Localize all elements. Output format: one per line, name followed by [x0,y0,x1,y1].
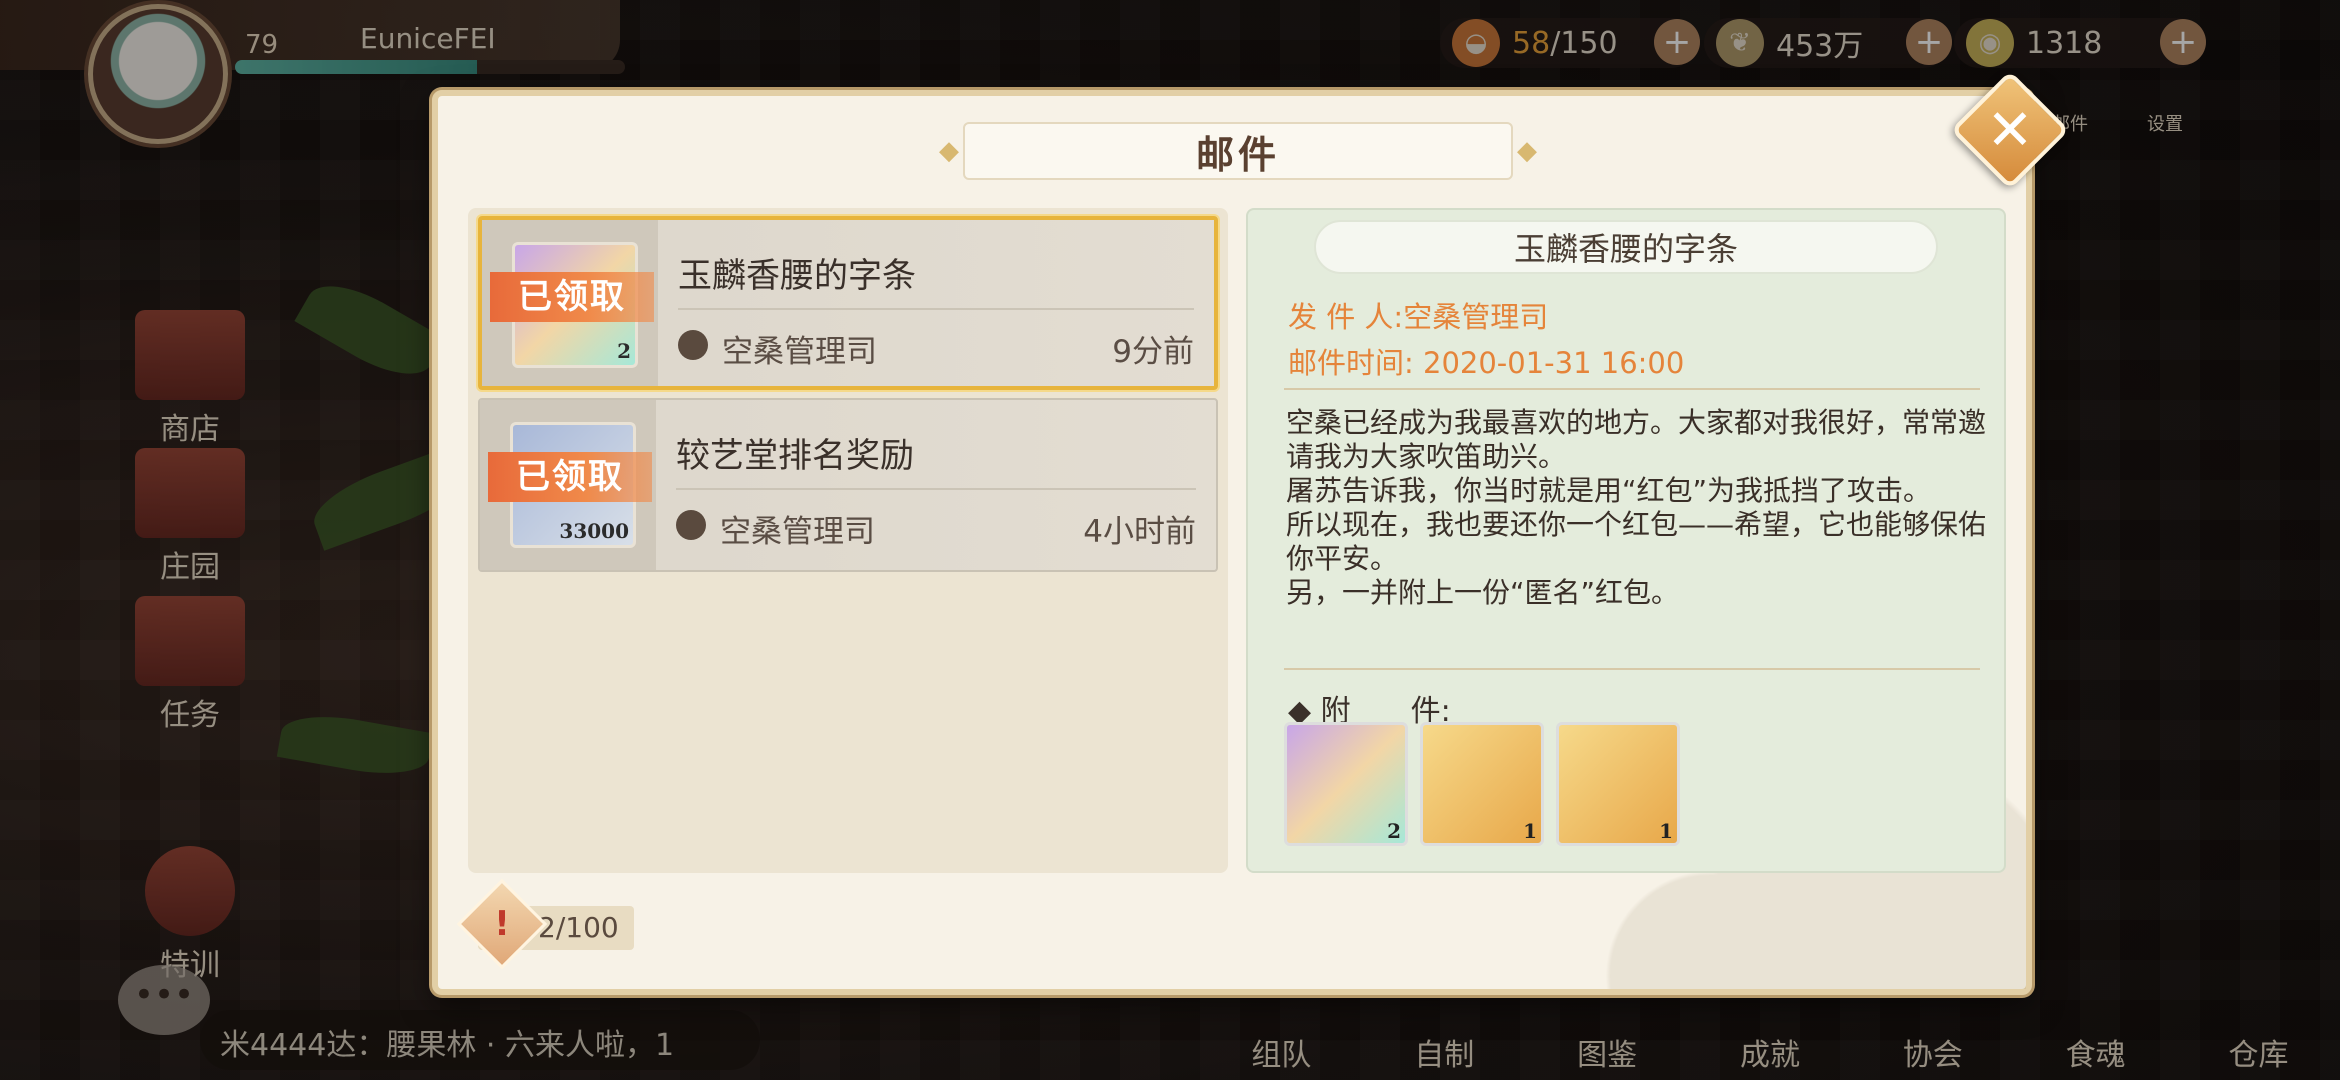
item-quantity: 33000 [559,519,629,543]
mail-sender: 空桑管理司 [722,334,877,370]
mail-list-item[interactable]: 33000 已领取 较艺堂排名奖励 空桑管理司 4小时前 [478,398,1218,572]
user-icon [678,330,708,360]
detail-sender-row: 发 件 人:空桑管理司 [1288,294,1548,336]
sender-label: 发 件 人: [1288,300,1404,334]
mail-time: 9分前 [1112,334,1194,370]
user-icon [676,510,706,540]
claimed-stamp: 已领取 [490,272,654,322]
game-screen: 79 EuniceFEI ◒ 58/150 + ❦ 453万 + ◉ 1318 … [0,0,2340,1080]
detail-time-row: 邮件时间: 2020-01-31 16:00 [1288,340,1684,382]
mail-subject: 较艺堂排名奖励 [676,436,914,476]
mail-list: 2 已领取 玉麟香腰的字条 空桑管理司 9分前 33000 已领取 较艺堂排名奖… [468,208,1228,873]
golden-leaf-item-icon[interactable]: 1 [1420,722,1544,846]
item-quantity: 2 [1387,819,1401,843]
mail-list-item[interactable]: 2 已领取 玉麟香腰的字条 空桑管理司 9分前 [478,216,1218,390]
mail-detail: 玉麟香腰的字条 发 件 人:空桑管理司 邮件时间: 2020-01-31 16:… [1246,208,2006,873]
time-label: 邮件时间: [1288,346,1414,380]
body-paragraph: 屠苏告诉我，你当时就是用“红包”为我抵挡了攻击。 [1286,474,1932,507]
mail-count: ! 2/100 [456,878,634,970]
divider [1284,668,1980,670]
time-value: 2020-01-31 16:00 [1423,346,1685,380]
body-paragraph: 另，一并附上一份“匿名”红包。 [1286,576,1680,609]
dialog-title-plate: 邮件 [939,122,1537,180]
divider [1284,388,1980,390]
claimed-stamp: 已领取 [488,452,652,502]
body-paragraph: 所以现在，我也要还你一个红包——希望，它也能够保佑你平安。 [1286,508,1987,575]
item-quantity: 2 [617,339,631,363]
sender-value: 空桑管理司 [1403,300,1549,334]
mail-time: 4小时前 [1083,514,1196,550]
divider [678,308,1194,310]
mail-dialog: 邮件 2 已领取 玉麟香腰的字条 空桑管理司 9分前 33000 [432,90,2032,995]
mail-count-text: 2/100 [538,911,619,944]
item-quantity: 1 [1523,819,1537,843]
warning-glyph: ! [494,904,510,944]
book-item-icon[interactable]: 1 [1556,722,1680,846]
mail-sender: 空桑管理司 [720,514,875,550]
item-quantity: 1 [1659,819,1673,843]
mail-subject: 玉麟香腰的字条 [678,256,916,296]
close-icon: ✕ [1986,97,2034,163]
detail-title: 玉麟香腰的字条 [1314,220,1938,274]
red-envelope-item-icon[interactable]: 2 [1284,722,1408,846]
body-paragraph: 空桑已经成为我最喜欢的地方。大家都对我很好，常常邀请我为大家吹笛助兴。 [1286,406,1987,473]
warning-icon: ! [456,878,548,970]
divider [676,488,1196,490]
dialog-title: 邮件 [1195,132,1280,177]
mail-body: 空桑已经成为我最喜欢的地方。大家都对我很好，常常邀请我为大家吹笛助兴。 屠苏告诉… [1286,406,1986,610]
